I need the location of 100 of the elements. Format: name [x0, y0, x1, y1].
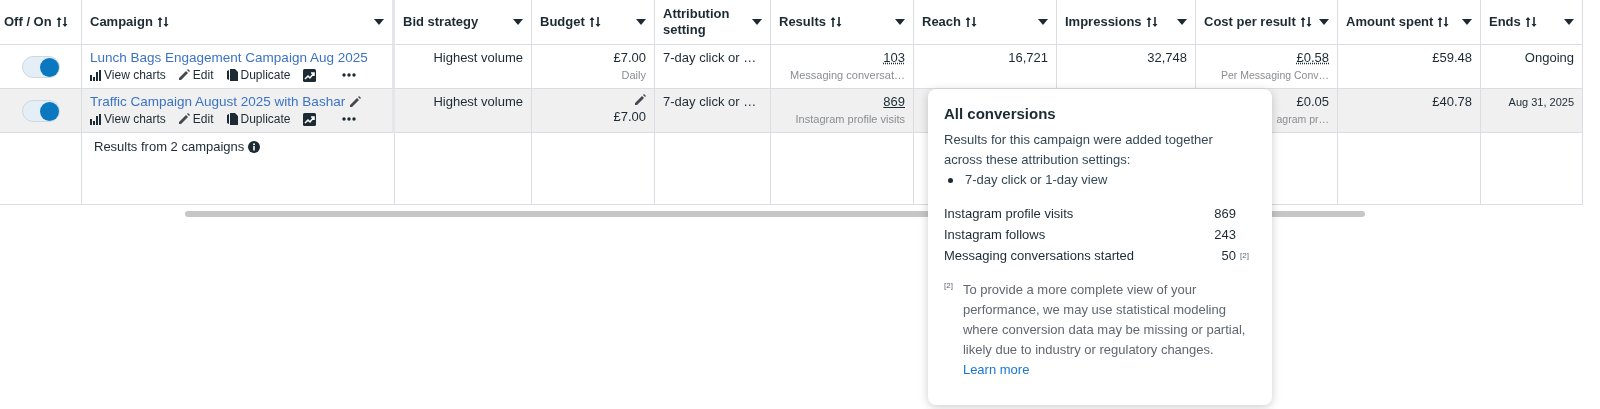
cell-text: £59.48	[1432, 50, 1472, 66]
bar-chart-icon	[90, 69, 101, 81]
learn-more-link[interactable]: Learn more	[962, 362, 1030, 377]
caret-icon[interactable]	[1177, 19, 1187, 25]
footnote-mark: [2]	[944, 280, 953, 292]
cost-value: £0.58	[1296, 50, 1329, 66]
header-label: Attribution setting	[663, 6, 731, 38]
cell-text: 7-day click or …	[663, 94, 757, 110]
caret-icon[interactable]	[513, 19, 523, 25]
sort-icon[interactable]	[156, 16, 169, 28]
cost-type: Per Messaging Conv…	[1221, 69, 1329, 81]
header-label: Campaign	[90, 14, 153, 30]
sort-icon[interactable]	[55, 16, 68, 28]
cell-text: 7-day click or …	[663, 50, 757, 66]
cell-text: Ongoing	[1524, 50, 1574, 66]
header-label: Bid strategy	[403, 14, 479, 30]
action-link[interactable]: View charts	[90, 112, 166, 126]
column-header[interactable]: Reach	[914, 0, 1057, 45]
sort-icon[interactable]	[965, 16, 978, 28]
caret-icon[interactable]	[1564, 19, 1574, 25]
bar-chart-icon	[90, 113, 101, 125]
caret-icon[interactable]	[374, 19, 384, 25]
pencil-icon[interactable]	[177, 69, 190, 81]
cost-type: agram pr…	[1276, 113, 1329, 125]
results-value[interactable]: 103	[883, 50, 905, 66]
bullet-text: 7-day click or 1-day view	[965, 171, 1108, 189]
column-header[interactable]: Ends	[1481, 0, 1583, 45]
column-header[interactable]: Amount spent	[1338, 0, 1481, 45]
action-link[interactable]: Edit	[177, 68, 214, 82]
action-link[interactable]: View charts	[90, 68, 166, 82]
toggle-switch[interactable]	[21, 56, 60, 78]
footnote-text: To provide a more complete view of your performance, we may use statistical modeling where conversion data may be missing or partial, likely due to industry or regulatory changes. Learn more	[962, 281, 1246, 379]
column-header[interactable]: Results	[771, 0, 914, 45]
column-header[interactable]: Off / On	[0, 0, 82, 45]
column-header[interactable]: Campaign	[82, 0, 395, 45]
caret-icon[interactable]	[1038, 19, 1048, 25]
sort-icon[interactable]	[1145, 16, 1158, 28]
caret-icon[interactable]	[1462, 19, 1472, 25]
metric-label: Instagram profile visits	[944, 205, 1075, 223]
metric-value: 869	[1213, 205, 1236, 223]
popover-title: All conversions	[944, 104, 1057, 124]
cell-text: Aug 31, 2025	[1508, 95, 1574, 110]
action-link[interactable]: Edit	[177, 112, 214, 126]
action-link[interactable]: Duplicate	[225, 68, 291, 82]
pencil-icon[interactable]	[634, 94, 646, 106]
footnote-mark: [2]	[1239, 250, 1250, 262]
header-label: Results	[779, 14, 826, 30]
action-link[interactable]: Duplicate	[225, 112, 291, 126]
info-icon[interactable]	[248, 141, 261, 153]
results-value[interactable]: 869	[883, 94, 905, 110]
header-label: Off / On	[4, 14, 52, 30]
metric-value: 50	[1220, 247, 1236, 265]
metric-label: Messaging conversations started	[944, 247, 1136, 265]
caret-icon[interactable]	[636, 19, 646, 25]
campaign-link[interactable]: Traffic Campaign August 2025 with Bashar	[90, 94, 346, 109]
metric-label: Instagram follows	[944, 226, 1047, 244]
cell-text: Highest volume	[433, 94, 523, 110]
column-header[interactable]: Bid strategy	[395, 0, 532, 45]
header-label: Impressions	[1065, 14, 1142, 30]
caret-icon[interactable]	[895, 19, 905, 25]
sort-icon[interactable]	[1299, 16, 1312, 28]
result-type: Instagram profile visits	[795, 113, 905, 125]
cost-value: £0.05	[1296, 94, 1329, 110]
popover-text: Results for this campaign were added together across these attribution settings:	[944, 131, 1214, 169]
pencil-icon[interactable]	[349, 95, 362, 108]
more-icon[interactable]	[341, 73, 356, 77]
header-label: Amount spent	[1346, 14, 1434, 30]
caret-icon[interactable]	[1319, 19, 1329, 25]
cell-text: 32,748	[1147, 50, 1187, 66]
more-icon[interactable]	[341, 117, 356, 121]
toggle-switch[interactable]	[21, 100, 60, 122]
copy-icon	[225, 69, 238, 81]
metric-value: 243	[1213, 226, 1236, 244]
caret-icon[interactable]	[752, 19, 762, 25]
header-label: Reach	[922, 14, 962, 30]
copy-icon	[225, 113, 238, 125]
header-label: Budget	[540, 14, 585, 30]
column-header[interactable]: Cost per result	[1196, 0, 1338, 45]
bullet-icon	[948, 178, 953, 183]
campaign-link[interactable]: Lunch Bags Engagement Campaign Aug 2025	[90, 50, 368, 65]
sort-icon[interactable]	[588, 16, 601, 28]
header-label: Cost per result	[1204, 14, 1296, 30]
header-label: Ends	[1489, 14, 1521, 30]
cell-text: £7.00	[613, 109, 646, 125]
trend-chart-icon[interactable]	[302, 112, 316, 126]
pencil-icon[interactable]	[177, 113, 190, 125]
cell-text: £40.78	[1432, 94, 1472, 110]
budget-period: Daily	[621, 69, 646, 81]
summary-text: Results from 2 campaigns	[94, 139, 245, 154]
column-header[interactable]: Budget	[532, 0, 655, 45]
column-header[interactable]: Attribution setting	[655, 0, 771, 45]
cell-text: 16,721	[1008, 50, 1048, 66]
sort-icon[interactable]	[1524, 16, 1537, 28]
trend-chart-icon[interactable]	[302, 68, 316, 82]
column-header[interactable]: Impressions	[1057, 0, 1196, 45]
sort-icon[interactable]	[1437, 16, 1450, 28]
result-type: Messaging conversat…	[790, 69, 905, 81]
sort-icon[interactable]	[829, 16, 842, 28]
cell-text: £7.00	[613, 50, 646, 66]
cell-text: Highest volume	[433, 50, 523, 66]
